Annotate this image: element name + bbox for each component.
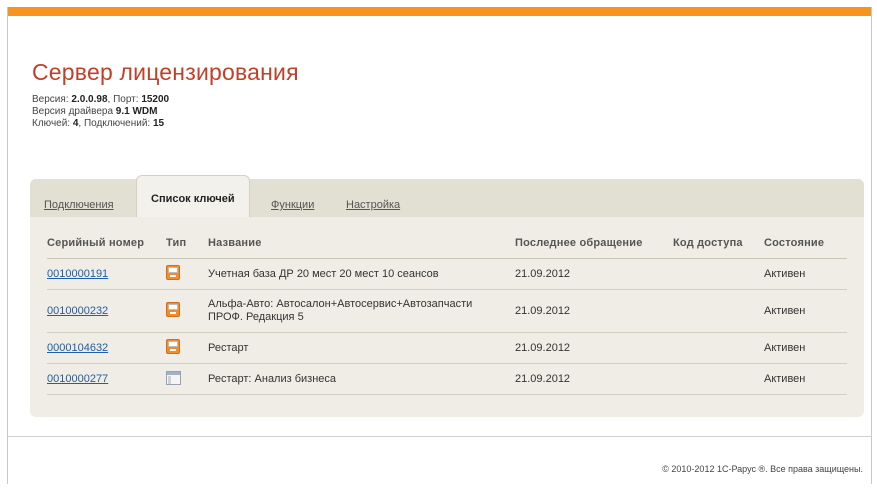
table-row: 0010000191 Учетная база ДР 20 мест 20 ме…: [47, 258, 847, 290]
software-key-icon: [166, 370, 181, 385]
type-cell: [166, 289, 208, 333]
name-cell: Рестарт: [208, 332, 515, 364]
col-name-header: Название: [208, 237, 515, 259]
page-title: Сервер лицензирования: [32, 59, 299, 85]
status-cell: Активен: [764, 258, 847, 290]
last-access-cell: 21.09.2012: [515, 363, 673, 395]
serial-link[interactable]: 0010000232: [47, 305, 108, 317]
tab-settings[interactable]: Настройка: [346, 199, 400, 211]
driver-value: 9.1 WDM: [115, 106, 158, 117]
name-cell: Рестарт: Анализ бизнеса: [208, 363, 515, 395]
type-cell: [166, 363, 208, 395]
last-access-cell: 21.09.2012: [515, 332, 673, 364]
col-last-access-header: Последнее обращение: [515, 237, 673, 259]
col-access-code-header: Код доступа: [673, 237, 764, 259]
status-cell: Активен: [764, 332, 847, 364]
keys-line: Ключей: 4, Подключений: 15: [32, 118, 169, 130]
col-status-header: Состояние: [764, 237, 847, 259]
name-cell: Учетная база ДР 20 мест 20 мест 10 сеанс…: [208, 258, 515, 290]
type-cell: [166, 332, 208, 364]
port-label: , Порт:: [107, 94, 142, 105]
version-value: 2.0.0.98: [71, 94, 108, 105]
footer-divider: [8, 436, 871, 437]
serial-cell: 0010000232: [47, 289, 166, 333]
tab-connections[interactable]: Подключения: [44, 199, 114, 211]
table-row: 0010000232 Альфа-Авто: Автосалон+Автосер…: [47, 289, 847, 333]
tab-functions[interactable]: Функции: [271, 199, 314, 211]
access-code-cell: [673, 363, 764, 395]
last-access-cell: 21.09.2012: [515, 289, 673, 333]
tab-bar: Подключения Список ключей Функции Настро…: [30, 175, 864, 217]
keys-label: Ключей:: [32, 118, 73, 129]
name-cell: Альфа-Авто: Автосалон+Автосервис+Автозап…: [208, 289, 515, 333]
serial-cell: 0000104632: [47, 332, 166, 364]
connections-value: 15: [152, 118, 165, 129]
server-info: Версия: 2.0.0.98, Порт: 15200 Версия дра…: [32, 94, 169, 130]
content-panel: Подключения Список ключей Функции Настро…: [30, 175, 864, 417]
version-label: Версия:: [32, 94, 72, 105]
driver-label: Версия драйвера: [32, 106, 116, 117]
accent-top-bar: [8, 7, 871, 16]
footer-copyright: © 2010-2012 1С-Рарус ®. Все права защище…: [662, 464, 863, 474]
table-row: 0000104632 Рестарт 21.09.2012 Активен: [47, 332, 847, 364]
app-frame: Сервер лицензирования Версия: 2.0.0.98, …: [7, 7, 872, 484]
usb-key-icon: [166, 265, 180, 280]
driver-line: Версия драйвера 9.1 WDM: [32, 106, 169, 118]
usb-key-icon: [166, 339, 180, 354]
type-cell: [166, 258, 208, 290]
serial-link[interactable]: 0000104632: [47, 342, 108, 354]
access-code-cell: [673, 258, 764, 290]
port-value: 15200: [141, 94, 170, 105]
serial-cell: 0010000277: [47, 363, 166, 395]
keys-table: Серийный номер Тип Название Последнее об…: [47, 237, 847, 395]
last-access-cell: 21.09.2012: [515, 258, 673, 290]
status-cell: Активен: [764, 289, 847, 333]
serial-cell: 0010000191: [47, 258, 166, 290]
serial-link[interactable]: 0010000277: [47, 373, 108, 385]
serial-link[interactable]: 0010000191: [47, 268, 108, 280]
tab-key-list[interactable]: Список ключей: [136, 175, 250, 217]
col-type-header: Тип: [166, 237, 208, 259]
version-line: Версия: 2.0.0.98, Порт: 15200: [32, 94, 169, 106]
status-cell: Активен: [764, 363, 847, 395]
access-code-cell: [673, 289, 764, 333]
table-row: 0010000277 Рестарт: Анализ бизнеса 21.09…: [47, 363, 847, 395]
table-header-row: Серийный номер Тип Название Последнее об…: [47, 237, 847, 259]
connections-label: , Подключений:: [78, 118, 153, 129]
access-code-cell: [673, 332, 764, 364]
col-serial-header: Серийный номер: [47, 237, 166, 259]
usb-key-icon: [166, 302, 180, 317]
